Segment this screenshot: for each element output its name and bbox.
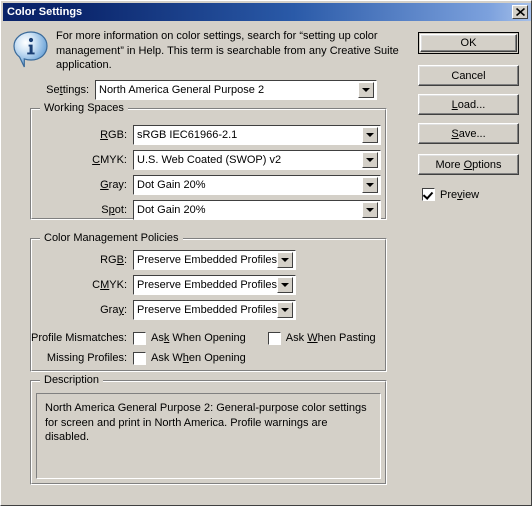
close-icon[interactable] (512, 5, 528, 19)
profile-mismatches-label: Profile Mismatches: (31, 332, 127, 344)
working-space-label-spot: Spot: (101, 204, 127, 216)
chevron-down-icon[interactable] (362, 177, 378, 193)
description-group: Description North America General Purpos… (30, 374, 387, 485)
working-space-value-gray: Dot Gain 20% (137, 179, 206, 191)
header-description-text: For more information on color settings, … (56, 30, 399, 71)
ok-button[interactable]: OK (418, 32, 519, 54)
working-space-value-spot: Dot Gain 20% (137, 204, 206, 216)
chevron-down-icon[interactable] (277, 252, 293, 268)
save-button-label: Save... (451, 127, 486, 140)
settings-value: North America General Purpose 2 (99, 83, 265, 96)
more-options-button[interactable]: More Options (418, 154, 519, 175)
working-spaces-group: Working Spaces RGB: sRGB IEC61966-2.1 CM… (30, 102, 387, 220)
working-space-combobox-cmyk[interactable]: U.S. Web Coated (SWOP) v2 (133, 150, 381, 170)
working-space-label-cmyk: CMYK: (92, 154, 127, 166)
policy-row-gray: Gray: Preserve Embedded Profiles (31, 300, 301, 320)
ok-button-label: OK (460, 37, 477, 49)
mismatch-ask-when-pasting-label: Ask When Pasting (285, 332, 376, 344)
working-space-combobox-rgb[interactable]: sRGB IEC61966-2.1 (133, 125, 381, 145)
chevron-down-icon[interactable] (277, 302, 293, 318)
load-button-label: Load... (451, 98, 486, 111)
chevron-down-icon[interactable] (362, 127, 378, 143)
policy-value-cmyk: Preserve Embedded Profiles (137, 279, 277, 291)
preview-checkbox[interactable] (422, 188, 435, 201)
policy-value-rgb: Preserve Embedded Profiles (137, 254, 277, 266)
policy-value-gray: Preserve Embedded Profiles (137, 304, 277, 316)
profile-mismatches-row: Profile Mismatches: Ask When Opening Ask… (31, 329, 376, 347)
window-title: Color Settings (7, 6, 83, 18)
chevron-down-icon[interactable] (362, 202, 378, 218)
description-legend: Description (40, 374, 104, 386)
settings-combobox[interactable]: North America General Purpose 2 (95, 79, 377, 100)
missing-ask-when-opening-label: Ask When Opening (151, 352, 246, 364)
policy-row-cmyk: CMYK: Preserve Embedded Profiles (31, 275, 301, 295)
preview-row[interactable]: Preview (422, 188, 479, 201)
info-balloon-icon (13, 31, 49, 69)
mismatch-ask-opening-group[interactable]: Ask When Opening (133, 331, 246, 345)
settings-label: Settings: (46, 83, 89, 96)
policy-label-cmyk: CMYK: (92, 279, 127, 291)
working-spaces-legend: Working Spaces (40, 102, 128, 114)
load-button[interactable]: Load... (418, 94, 519, 115)
mismatch-ask-when-pasting-checkbox[interactable] (267, 331, 281, 345)
mismatch-ask-pasting-group[interactable]: Ask When Pasting (267, 331, 376, 345)
working-space-row-gray: Gray: Dot Gain 20% (31, 175, 381, 195)
policy-label-gray: Gray: (100, 304, 127, 316)
policy-label-rgb: RGB: (100, 254, 127, 266)
preview-label: Preview (440, 188, 480, 201)
policy-combobox-cmyk[interactable]: Preserve Embedded Profiles (133, 275, 296, 295)
more-options-button-label: More Options (435, 158, 502, 171)
color-management-policies-group: Color Management Policies RGB: Preserve … (30, 232, 387, 372)
cancel-button-label: Cancel (451, 69, 486, 82)
working-space-row-rgb: RGB: sRGB IEC61966-2.1 (31, 125, 381, 145)
policy-combobox-gray[interactable]: Preserve Embedded Profiles (133, 300, 296, 320)
working-space-combobox-gray[interactable]: Dot Gain 20% (133, 175, 381, 195)
working-space-value-cmyk: U.S. Web Coated (SWOP) v2 (137, 154, 282, 166)
missing-ask-when-opening-checkbox[interactable] (133, 351, 146, 365)
chevron-down-icon[interactable] (362, 152, 378, 168)
settings-row: Settings: North America General Purpose … (37, 79, 377, 100)
missing-ask-opening-group[interactable]: Ask When Opening (133, 351, 246, 365)
ok-button-face: OK (420, 34, 517, 52)
missing-profiles-row: Missing Profiles: Ask When Opening (31, 349, 351, 367)
policy-row-rgb: RGB: Preserve Embedded Profiles (31, 250, 301, 270)
color-settings-dialog: Color Settings For more information on c… (0, 0, 532, 506)
description-text: North America General Purpose 2: General… (36, 393, 381, 479)
working-space-label-gray: Gray: (100, 179, 127, 191)
working-space-row-spot: Spot: Dot Gain 20% (31, 200, 381, 220)
working-space-combobox-spot[interactable]: Dot Gain 20% (133, 200, 381, 220)
chevron-down-icon[interactable] (358, 81, 374, 98)
chevron-down-icon[interactable] (277, 277, 293, 293)
mismatch-ask-when-opening-checkbox[interactable] (133, 331, 146, 345)
working-space-label-rgb: RGB: (100, 129, 127, 141)
mismatch-ask-when-opening-label: Ask When Opening (151, 332, 246, 344)
policy-combobox-rgb[interactable]: Preserve Embedded Profiles (133, 250, 296, 270)
missing-profiles-label: Missing Profiles: (46, 352, 127, 364)
working-space-row-cmyk: CMYK: U.S. Web Coated (SWOP) v2 (31, 150, 381, 170)
title-bar: Color Settings (3, 3, 531, 21)
policies-legend: Color Management Policies (40, 232, 183, 244)
save-button[interactable]: Save... (418, 123, 519, 144)
working-space-value-rgb: sRGB IEC61966-2.1 (137, 129, 238, 141)
cancel-button[interactable]: Cancel (418, 65, 519, 86)
